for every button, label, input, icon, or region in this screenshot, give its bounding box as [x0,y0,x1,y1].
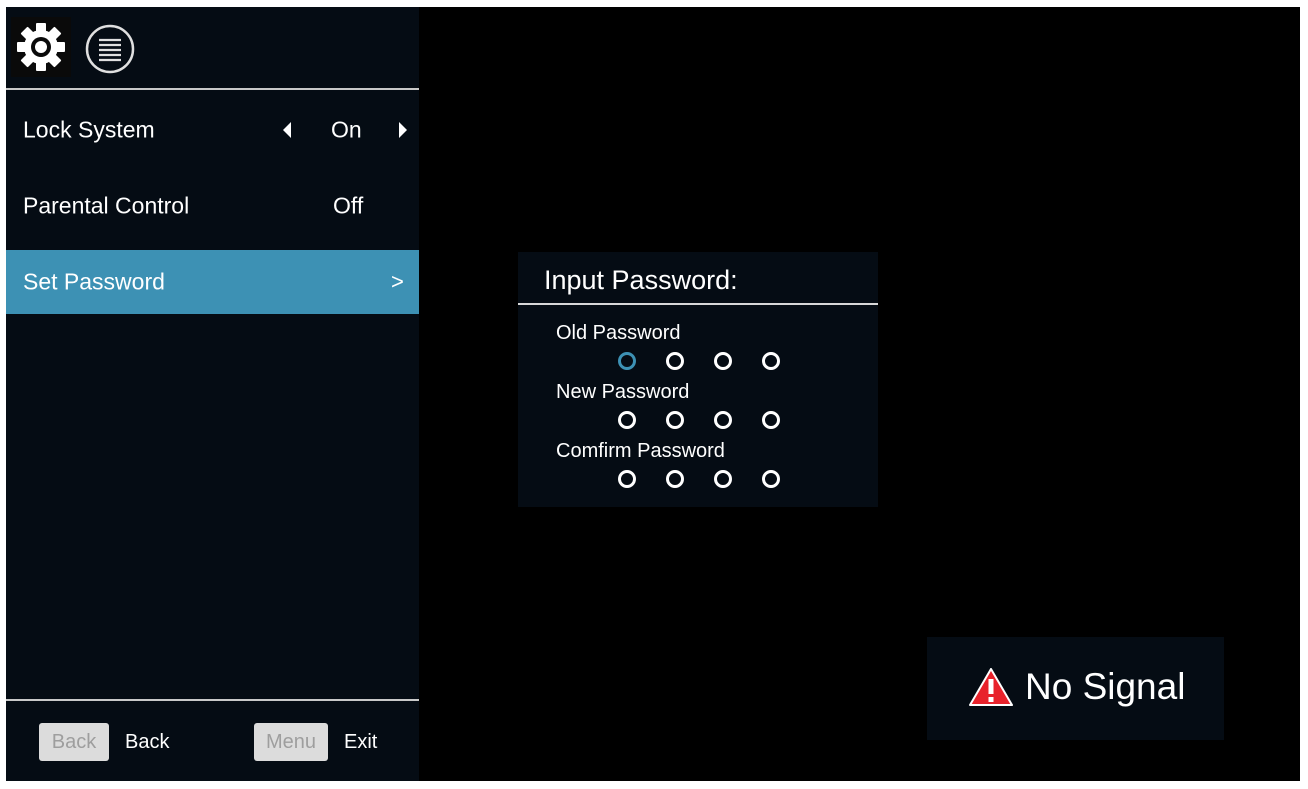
footer-divider [6,699,419,701]
password-digit-active[interactable] [618,352,636,370]
password-digit[interactable] [762,470,780,488]
menu-item-label: Set Password [23,268,165,295]
menu-item-value: Off [333,192,364,219]
back-key-button[interactable]: Back [39,723,109,761]
password-digit[interactable] [666,470,684,488]
menu-item-label: Lock System [23,116,155,143]
menu-item-parental-control[interactable]: Parental Control Off [6,174,419,238]
password-digit[interactable] [666,352,684,370]
menu-item-label: Parental Control [23,192,190,219]
tv-screen: Lock System On Parental Control Off Set … [6,7,1300,781]
password-digit[interactable] [714,470,732,488]
dialog-divider [518,303,878,305]
exit-key-description: Exit [344,731,378,753]
menu-item-set-password[interactable]: Set Password > [6,250,419,314]
header-divider [6,88,419,90]
menu-key-button[interactable]: Menu [254,723,328,761]
password-dialog: Input Password: Old Password New Passwor… [518,252,878,507]
password-digit[interactable] [714,411,732,429]
password-digit[interactable] [762,352,780,370]
password-digit[interactable] [714,352,732,370]
warning-icon [969,668,1013,706]
old-password-label: Old Password [556,322,681,344]
password-digit[interactable] [618,470,636,488]
chevron-right-icon: > [391,269,404,294]
back-key-description: Back [125,731,170,753]
menu-header [6,7,419,89]
menu-item-lock-system[interactable]: Lock System On [6,98,419,162]
arrow-right-icon[interactable] [399,122,407,138]
no-signal-banner: No Signal [927,637,1224,740]
menu-item-value: On [331,116,362,143]
no-signal-text: No Signal [1025,666,1186,707]
password-digit[interactable] [618,411,636,429]
gear-icon[interactable] [11,17,71,77]
password-digit[interactable] [762,411,780,429]
list-icon[interactable] [80,19,140,79]
confirm-password-label: Comfirm Password [556,440,725,462]
dialog-title: Input Password: [544,265,738,295]
new-password-label: New Password [556,381,690,403]
settings-menu-panel: Lock System On Parental Control Off Set … [6,7,419,781]
password-digit[interactable] [666,411,684,429]
arrow-left-icon[interactable] [283,122,291,138]
